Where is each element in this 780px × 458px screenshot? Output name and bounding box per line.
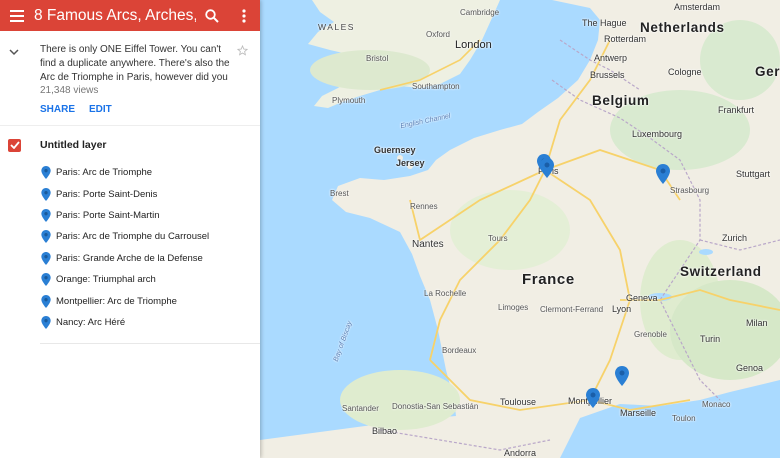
list-item-place[interactable]: Paris: Arc de Triomphe (0, 162, 260, 183)
map-legend-panel: 8 Famous Arcs, Arches,... There is only … (0, 0, 260, 458)
layer-divider (40, 343, 260, 345)
map-pin-icon (41, 273, 51, 287)
view-count: 21,348 views (40, 85, 99, 96)
map-label: Southampton (412, 82, 460, 91)
map-label: Strasbourg (670, 186, 710, 195)
map-label: Bilbao (372, 426, 398, 436)
map-label: Santander (342, 404, 379, 413)
list-item-place[interactable]: Orange: Triumphal arch (0, 269, 260, 290)
map-label: Andorra (504, 448, 537, 458)
edit-button[interactable]: EDIT (89, 104, 112, 115)
place-name: Orange: Triumphal arch (56, 274, 156, 286)
map-label: Lyon (612, 304, 632, 314)
list-item-place[interactable]: Nancy: Arc Héré (0, 312, 260, 333)
place-name: Paris: Porte Saint-Denis (56, 188, 158, 200)
map-label: Clermont-Ferrand (540, 305, 604, 314)
map-label: Donostia-San Sebastián (392, 402, 479, 411)
map-title: 8 Famous Arcs, Arches,... (34, 6, 196, 24)
map-title-bar: 8 Famous Arcs, Arches,... (0, 0, 260, 31)
map-label: Milan (746, 318, 768, 328)
map-label: Zurich (722, 233, 748, 243)
map-label: Rennes (410, 202, 438, 211)
list-item-place[interactable]: Paris: Porte Saint-Denis (0, 183, 260, 204)
place-name: Paris: Porte Saint-Martin (56, 209, 160, 221)
map-pin-icon (41, 315, 51, 329)
map-label: Cologne (668, 67, 702, 77)
map-label: Brussels (590, 70, 625, 80)
map-label: La Rochelle (424, 289, 467, 298)
map-label: Nantes (412, 239, 444, 250)
map-label: Genoa (736, 363, 764, 373)
map-pin-icon (41, 294, 51, 308)
list-item-place[interactable]: Paris: Grande Arche de la Defense (0, 248, 260, 269)
map-canvas[interactable]: WALES Cambridge Oxford London Bristol So… (260, 0, 780, 458)
map-label: Toulon (672, 414, 696, 423)
share-button[interactable]: SHARE (40, 104, 75, 115)
map-label: Jersey (396, 158, 425, 168)
map-label: Bristol (366, 54, 389, 63)
map-label: Turin (700, 334, 721, 344)
place-name: Montpellier: Arc de Triomphe (56, 295, 177, 307)
place-name: Paris: Arc de Triomphe du Carrousel (56, 231, 210, 243)
map-label: The Hague (582, 18, 627, 28)
map-base (260, 0, 780, 458)
map-marker-orange[interactable] (615, 366, 629, 386)
map-label: Luxembourg (632, 129, 683, 139)
map-label: Netherlands (640, 20, 725, 35)
description-text: There is only ONE Eiffel Tower. You can'… (40, 44, 230, 83)
search-icon[interactable] (196, 0, 228, 31)
layer-name[interactable]: Untitled layer (40, 139, 107, 151)
map-label: Stuttgart (736, 169, 771, 179)
map-label: Amsterdam (674, 2, 721, 12)
map-label: Limoges (498, 303, 529, 312)
place-name: Paris: Arc de Triomphe (56, 167, 153, 179)
map-pin-icon (41, 230, 51, 244)
map-pin-icon (41, 187, 51, 201)
map-label: Rotterdam (604, 34, 647, 44)
map-label: Bordeaux (442, 346, 477, 355)
map-label: Ger (755, 64, 780, 79)
map-label: Oxford (426, 30, 451, 39)
map-pin-icon (41, 166, 51, 180)
map-label: Brest (330, 189, 349, 198)
map-label: Marseille (620, 408, 657, 418)
map-marker-montpellier[interactable] (586, 388, 600, 408)
map-label: Belgium (592, 93, 650, 108)
layer-section: Untitled layer Paris: Arc de Triomphe Pa… (0, 126, 260, 345)
map-label: Plymouth (332, 96, 366, 105)
map-label: Geneva (626, 293, 658, 303)
map-label: London (455, 39, 492, 51)
map-pin-icon (41, 208, 51, 222)
map-marker-paris-2[interactable] (540, 158, 554, 178)
map-label: Switzerland (680, 264, 762, 279)
map-marker-nancy[interactable] (656, 164, 670, 184)
map-pin-icon (41, 251, 51, 265)
map-label: France (522, 271, 575, 288)
star-icon[interactable] (236, 43, 249, 61)
list-item-place[interactable]: Paris: Arc de Triomphe du Carrousel (0, 226, 260, 247)
layer-checkbox[interactable] (8, 138, 21, 152)
map-label: Antwerp (594, 53, 628, 63)
map-label: Guernsey (374, 145, 416, 155)
map-label: Tours (488, 234, 508, 243)
map-description: There is only ONE Eiffel Tower. You can'… (0, 31, 260, 126)
map-label: Cambridge (460, 8, 500, 17)
map-label: Toulouse (500, 397, 537, 407)
more-vert-icon[interactable] (228, 0, 260, 31)
hamburger-menu-icon[interactable] (0, 0, 34, 31)
map-label: WALES (318, 22, 355, 32)
map-label: Grenoble (634, 330, 667, 339)
map-label: Monaco (702, 400, 731, 409)
place-name: Nancy: Arc Héré (56, 316, 126, 328)
list-item-place[interactable]: Montpellier: Arc de Triomphe (0, 290, 260, 311)
list-item-place[interactable]: Paris: Porte Saint-Martin (0, 205, 260, 226)
map-label: Frankfurt (718, 105, 755, 115)
chevron-down-icon[interactable] (9, 43, 19, 61)
place-name: Paris: Grande Arche de la Defense (56, 252, 203, 264)
place-list: Paris: Arc de Triomphe Paris: Porte Sain… (0, 162, 260, 333)
